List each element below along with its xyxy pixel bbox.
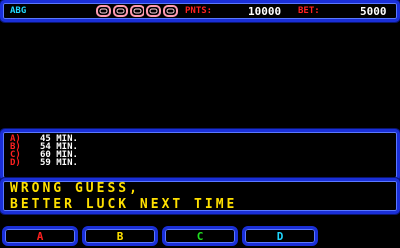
lives-indicator: [96, 5, 178, 17]
chain-link-icon: [163, 5, 178, 17]
bet-value: 5000: [360, 5, 387, 18]
button-label: A: [36, 229, 44, 243]
answer-button-c[interactable]: C: [162, 226, 238, 246]
answer-letter: D): [10, 158, 21, 168]
chain-link-icon: [146, 5, 162, 17]
button-label: B: [116, 229, 124, 243]
points-value: 10000: [248, 5, 282, 18]
message-line-1: WRONG GUESS,: [10, 181, 140, 196]
player-name: ABG: [10, 6, 27, 16]
button-label: C: [196, 229, 204, 243]
chain-link-icon: [96, 5, 111, 17]
answer-option-d: D) 59 MIN.: [10, 158, 78, 168]
chain-link-icon: [112, 5, 128, 17]
answer-list: A) 45 MIN. B) 54 MIN. C) 60 MIN. D) 59 M…: [10, 135, 78, 168]
points-label: PNTS:: [185, 6, 213, 16]
answer-text: 59 MIN.: [40, 158, 78, 168]
message-line-2: BETTER LUCK NEXT TIME: [10, 197, 238, 212]
chain-link-icon: [129, 5, 145, 17]
answer-button-d[interactable]: D: [242, 226, 318, 246]
bet-label: BET:: [298, 6, 320, 16]
button-label: D: [276, 229, 284, 243]
answer-button-b[interactable]: B: [82, 226, 158, 246]
answer-button-a[interactable]: A: [2, 226, 78, 246]
